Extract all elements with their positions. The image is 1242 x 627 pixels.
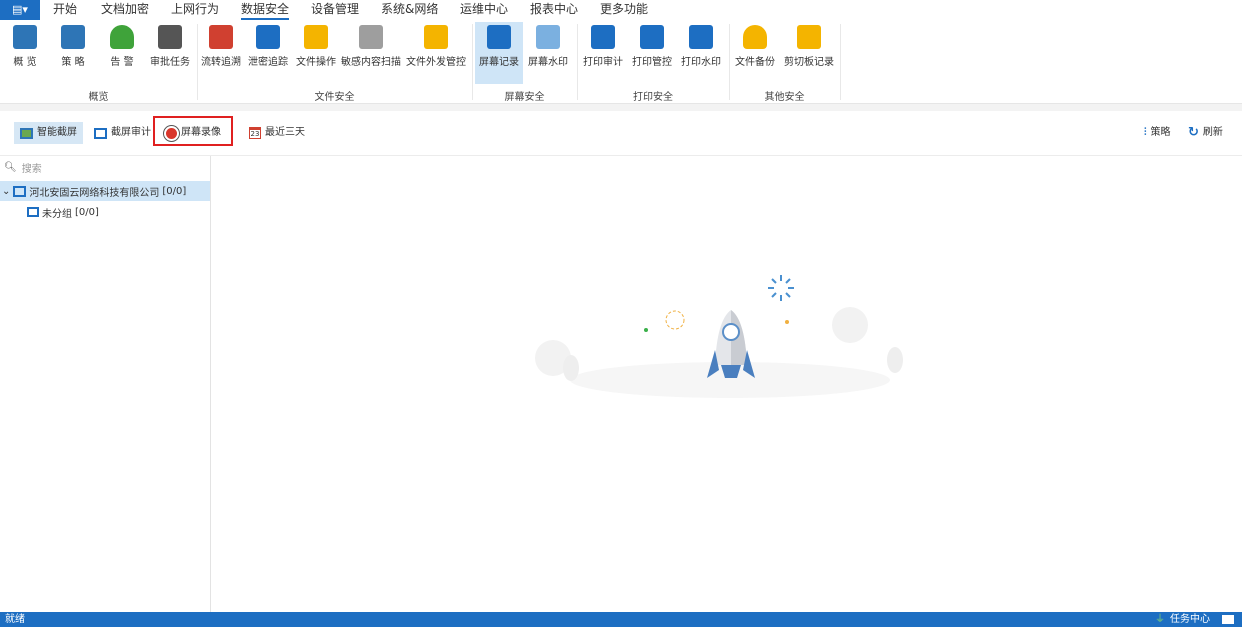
image-icon — [20, 127, 33, 139]
ribbon-item-label: 剪切板记录 — [784, 57, 834, 68]
ribbon-item-label: 泄密追踪 — [248, 57, 288, 68]
tree-node-company[interactable]: ⌄ 河北安固云网络科技有限公司 [0/0] — [0, 181, 210, 201]
ribbon-item-label: 敏感内容扫描 — [341, 57, 401, 68]
tab-system-network[interactable]: 系统&网络 — [381, 0, 438, 20]
tab-device-mgmt[interactable]: 设备管理 — [311, 0, 359, 20]
ribbon-item-13[interactable]: 打印水印 — [679, 22, 723, 84]
ribbon-item-label: 打印管控 — [632, 57, 672, 68]
refresh-button[interactable]: ↻ 刷新 — [1182, 122, 1229, 144]
sensitive-scan-icon — [359, 25, 383, 49]
smart-capture-button[interactable]: 智能截屏 — [14, 122, 83, 144]
tab-web-behavior[interactable]: 上网行为 — [171, 0, 219, 20]
print-watermark-icon — [689, 25, 713, 49]
ribbon-item-11[interactable]: 打印审计 — [581, 22, 625, 84]
tab-more[interactable]: 更多功能 — [600, 0, 648, 20]
message-icon[interactable] — [1222, 615, 1234, 624]
ribbon-item-1[interactable]: 策 略 — [53, 22, 93, 84]
ribbon-item-10[interactable]: 屏幕水印 — [526, 22, 570, 84]
sliders-icon: ⫶ — [1144, 127, 1147, 138]
status-bar: 就绪 ⏚ 任务中心 — [0, 612, 1242, 627]
ribbon-item-label: 概 览 — [13, 57, 37, 68]
overview-grid-icon — [13, 25, 37, 49]
file-operation-folder-icon — [304, 25, 328, 49]
search-box[interactable]: 🔍︎ 搜索 — [0, 156, 210, 178]
empty-state-illustration — [535, 275, 903, 398]
menu-bar: ▤▾ 开始 文档加密 上网行为 数据安全 设备管理 系统&网络 运维中心 报表中… — [0, 0, 1242, 20]
alarm-bell-icon — [110, 25, 134, 49]
ribbon-item-label: 文件备份 — [735, 57, 775, 68]
org-tree-panel: 🔍︎ 搜索 ⌄ 河北安固云网络科技有限公司 [0/0] 未分组 [0/0] — [0, 156, 211, 612]
leak-cloud-icon — [256, 25, 280, 49]
ribbon-item-label: 流转追溯 — [201, 57, 241, 68]
divider — [0, 104, 1242, 111]
ribbon: 概 览 策 略 告 警 审批任务 流转追溯 泄密追踪 文件操作 敏感内容扫描 文件外发管控 屏幕记… — [0, 20, 1242, 104]
approval-clipboard-icon — [158, 25, 182, 49]
tab-ops-center[interactable]: 运维中心 — [460, 0, 508, 20]
search-icon: 🔍︎ — [4, 161, 17, 173]
highlight-box — [153, 116, 233, 146]
trace-flow-icon — [209, 25, 233, 49]
chevron-down-icon[interactable]: ⌄ — [2, 186, 10, 197]
ribbon-item-label: 打印水印 — [681, 57, 721, 68]
tab-start[interactable]: 开始 — [53, 0, 77, 20]
tab-data-security[interactable]: 数据安全 — [241, 0, 290, 20]
ribbon-item-4[interactable]: 流转追溯 — [199, 22, 243, 84]
ribbon-item-3[interactable]: 审批任务 — [148, 22, 192, 84]
printer-shield-icon — [640, 25, 664, 49]
ribbon-item-label: 审批任务 — [150, 57, 190, 68]
ribbon-item-6[interactable]: 文件操作 — [294, 22, 338, 84]
group-separator — [840, 24, 841, 100]
ribbon-item-14[interactable]: 文件备份 — [733, 22, 777, 84]
ribbon-item-label: 策 略 — [61, 57, 85, 68]
computer-group-icon — [27, 207, 39, 217]
ribbon-item-12[interactable]: 打印管控 — [630, 22, 674, 84]
file-backup-icon — [743, 25, 767, 49]
screen-record-monitor-icon — [487, 25, 511, 49]
capture-audit-button[interactable]: 截屏审计 — [88, 122, 157, 144]
ribbon-item-label: 文件操作 — [296, 57, 336, 68]
screen-watermark-icon — [536, 25, 560, 49]
tree-node-ungrouped[interactable]: 未分组 [0/0] — [0, 202, 210, 222]
status-text: 就绪 — [5, 614, 25, 625]
policy-button[interactable]: ⫶ 策略 — [1138, 122, 1177, 144]
monitor-icon — [94, 127, 107, 139]
ribbon-group-label: 文件安全 — [314, 92, 355, 103]
clipboard-icon — [797, 25, 821, 49]
refresh-icon: ↻ — [1188, 125, 1199, 140]
task-center-link[interactable]: 任务中心 — [1170, 612, 1210, 627]
ribbon-item-label: 打印审计 — [583, 57, 623, 68]
ribbon-item-15[interactable]: 剪切板记录 — [783, 22, 835, 84]
ribbon-group-label: 其他安全 — [764, 92, 805, 103]
ribbon-group-label: 打印安全 — [633, 92, 673, 103]
date-range-button[interactable]: 23 最近三天 — [243, 122, 311, 144]
ribbon-item-label: 文件外发管控 — [406, 57, 466, 68]
ribbon-item-label: 告 警 — [110, 57, 134, 68]
ribbon-item-0[interactable]: 概 览 — [5, 22, 45, 84]
ribbon-item-8[interactable]: 文件外发管控 — [405, 22, 467, 84]
app-menu-icon[interactable]: ▤▾ — [0, 0, 40, 20]
ribbon-group-label: 概览 — [88, 92, 109, 103]
tab-doc-encrypt[interactable]: 文档加密 — [101, 0, 149, 20]
file-outgoing-folder-icon — [424, 25, 448, 49]
printer-icon — [591, 25, 615, 49]
ribbon-item-7[interactable]: 敏感内容扫描 — [340, 22, 402, 84]
calendar-icon: 23 — [249, 127, 261, 139]
tab-report-center[interactable]: 报表中心 — [530, 0, 578, 20]
task-center-icon: ⏚ — [1155, 614, 1165, 625]
ribbon-item-5[interactable]: 泄密追踪 — [246, 22, 290, 84]
ribbon-group-label: 屏幕安全 — [504, 92, 545, 103]
ribbon-item-label: 屏幕记录 — [479, 57, 519, 68]
ribbon-item-2[interactable]: 告 警 — [102, 22, 142, 84]
policy-sliders-icon — [61, 25, 85, 49]
ribbon-item-9[interactable]: 屏幕记录 — [475, 22, 523, 84]
ribbon-item-label: 屏幕水印 — [528, 57, 568, 68]
network-computer-icon — [13, 185, 27, 197]
search-input[interactable]: 搜索 — [22, 160, 42, 175]
